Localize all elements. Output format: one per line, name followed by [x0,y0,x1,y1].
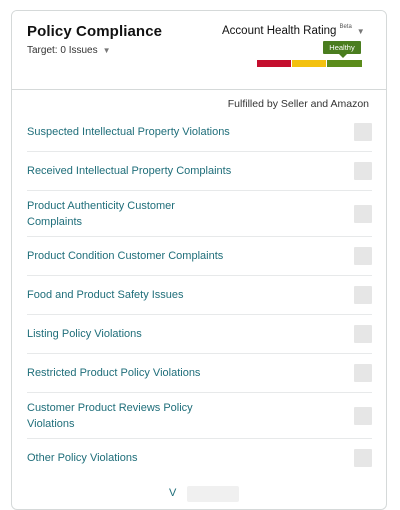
policy-compliance-card: Policy Compliance Target: 0 Issues ▼ Acc… [11,10,387,510]
list-item: Product Condition Customer Complaints [27,237,372,276]
view-all-link[interactable]: V [169,487,176,499]
policy-list: Suspected Intellectual Property Violatio… [27,113,372,477]
list-item: Food and Product Safety Issues [27,276,372,315]
status-badge: Healthy [323,41,361,54]
target-label: Target: 0 Issues [27,45,98,56]
policy-link[interactable]: Customer Product Reviews Policy Violatio… [27,400,207,432]
policy-link[interactable]: Restricted Product Policy Violations [27,365,277,381]
row-value [354,123,372,141]
row-value [354,406,372,425]
page-title: Policy Compliance [27,23,163,40]
chevron-down-icon[interactable]: ▼ [357,27,365,36]
policy-link[interactable]: Product Authenticity Customer Complaints [27,198,207,230]
account-health-rating: Account Health Rating Beta ▼ [222,24,365,37]
row-value [354,286,372,304]
card-header: Policy Compliance Target: 0 Issues ▼ Acc… [12,11,386,90]
row-value [354,325,372,343]
redacted-area [187,486,239,502]
policy-link[interactable]: Received Intellectual Property Complaint… [27,163,277,179]
health-bar-healthy [327,60,362,67]
policy-link[interactable]: Food and Product Safety Issues [27,287,277,303]
health-bar-at-risk [257,60,291,67]
account-health-label: Account Health Rating [222,25,337,37]
list-item: Suspected Intellectual Property Violatio… [27,113,372,152]
row-value [354,364,372,382]
chevron-down-icon: ▼ [102,46,111,55]
row-value [354,162,372,180]
list-item: Other Policy Violations [27,439,372,477]
beta-tag: Beta [339,24,352,30]
target-dropdown[interactable]: Target: 0 Issues ▼ [27,45,111,56]
row-value [354,247,372,265]
policy-link[interactable]: Listing Policy Violations [27,326,277,342]
policy-link[interactable]: Suspected Intellectual Property Violatio… [27,124,277,140]
policy-link[interactable]: Product Condition Customer Complaints [27,248,277,264]
list-item: Customer Product Reviews Policy Violatio… [27,393,372,439]
column-header: Fulfilled by Seller and Amazon [227,98,369,110]
status-badge-pointer [339,54,347,58]
row-value [354,449,372,467]
health-bar-fair [292,60,326,67]
health-bar [257,60,362,67]
row-value [354,204,372,223]
list-item: Restricted Product Policy Violations [27,354,372,393]
policy-link[interactable]: Other Policy Violations [27,450,277,466]
list-item: Received Intellectual Property Complaint… [27,152,372,191]
list-item: Listing Policy Violations [27,315,372,354]
list-item: Product Authenticity Customer Complaints [27,191,372,237]
